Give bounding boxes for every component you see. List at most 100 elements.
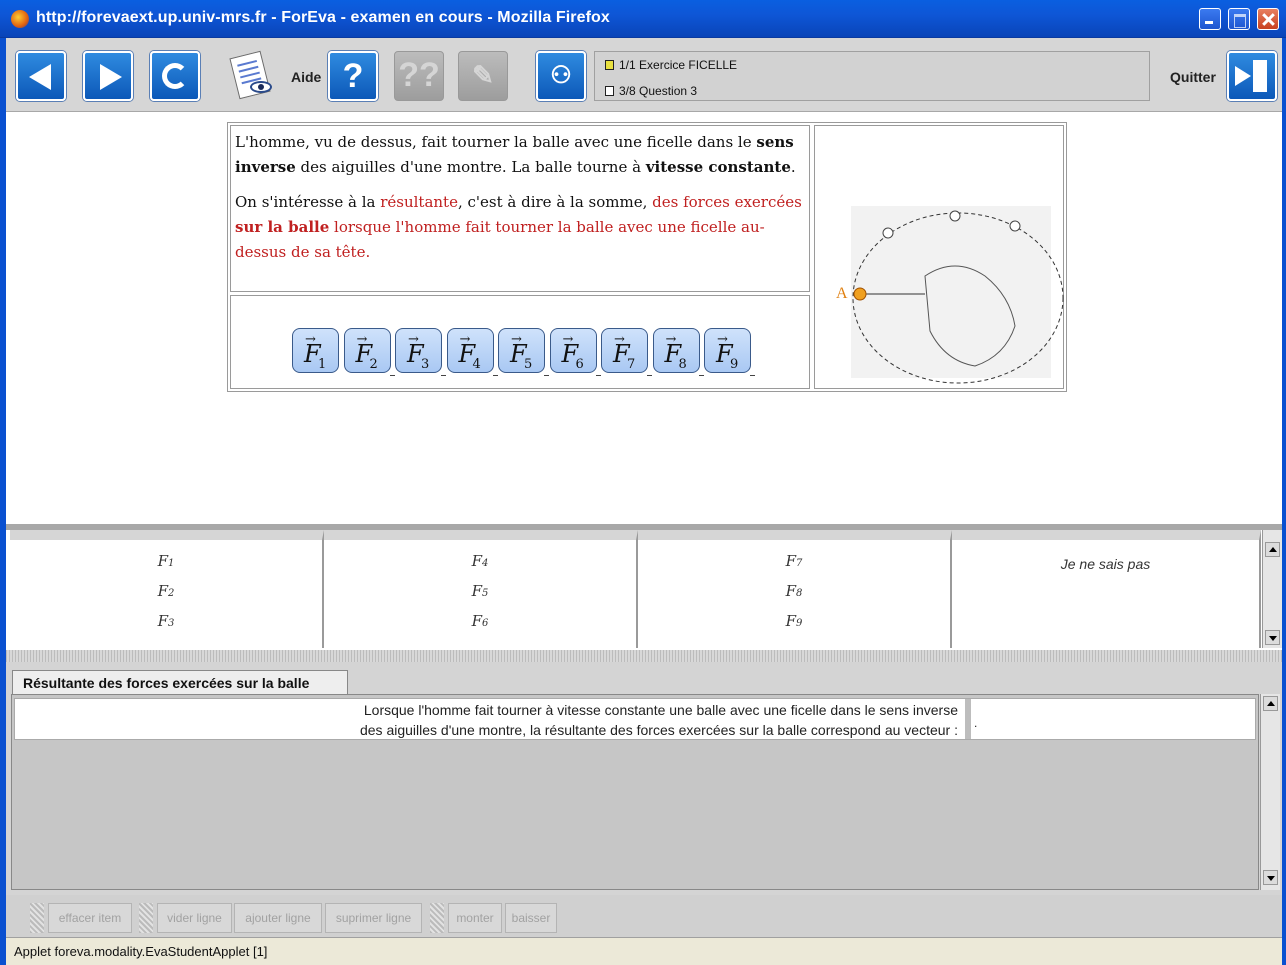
ball-circle-figure: A	[836, 206, 1064, 384]
force-button-f6[interactable]: → F 6	[549, 328, 601, 376]
ball-a-icon	[853, 287, 867, 301]
window-right-border	[1282, 0, 1286, 965]
force-button-f9[interactable]: → F 9	[704, 328, 755, 376]
choice-column-3[interactable]: F7 F8 F9	[638, 530, 952, 648]
question-paragraph-1: L'homme, vu de dessus, fait tourner la b…	[235, 133, 796, 176]
tree-button[interactable]: ⚇	[536, 51, 586, 101]
force-subscript: 9	[730, 357, 739, 372]
help-button[interactable]: ?	[328, 51, 378, 101]
point-a-label: A	[836, 285, 848, 302]
question-text: L'homme, vu de dessus, fait tourner la b…	[230, 125, 810, 292]
ball-position	[949, 210, 961, 222]
refresh-button[interactable]	[150, 51, 200, 101]
force-subscript: 7	[627, 357, 636, 372]
vider-ligne-button[interactable]: vider ligne	[157, 903, 232, 933]
drop-marker	[389, 375, 395, 376]
choice-column-1[interactable]: F1 F2 F3	[10, 530, 324, 648]
drop-marker	[544, 375, 549, 376]
supprimer-ligne-button[interactable]: suprimer ligne	[325, 903, 422, 933]
back-button[interactable]	[16, 51, 66, 101]
drop-marker	[441, 375, 446, 376]
exercise-marker-icon	[605, 60, 614, 70]
choice-je-ne-sais-pas[interactable]: Je ne sais pas	[952, 556, 1259, 572]
aide-label: Aide	[291, 69, 322, 85]
maximize-button[interactable]	[1228, 8, 1250, 30]
question-marker-icon	[605, 86, 614, 96]
tab-resultante[interactable]: Résultante des forces exercées sur la ba…	[12, 670, 348, 694]
force-button-f2[interactable]: → F 2	[343, 328, 395, 376]
choice-f4[interactable]: F4	[324, 552, 636, 570]
ajouter-ligne-button[interactable]: ajouter ligne	[234, 903, 322, 933]
window-title: http://forevaext.up.univ-mrs.fr - ForEva…	[36, 9, 610, 26]
refresh-icon	[162, 63, 188, 89]
force-button-f7[interactable]: → F 7	[601, 328, 652, 376]
forward-arrow-icon	[100, 64, 122, 90]
force-button-f5[interactable]: → F 5	[498, 328, 549, 376]
question-figure: A	[814, 125, 1064, 389]
drop-marker	[750, 375, 755, 376]
scroll-down-icon[interactable]	[1263, 870, 1278, 885]
force-button-f8[interactable]: → F 8	[652, 328, 704, 376]
force-button-f1[interactable]: → F 1	[292, 328, 339, 373]
eraser-disabled-icon: ✎	[472, 60, 494, 90]
exit-arrow-icon	[1235, 66, 1251, 86]
choice-column-4[interactable]: Je ne sais pas	[952, 530, 1261, 648]
quit-button[interactable]	[1227, 51, 1277, 101]
quit-label: Quitter	[1170, 69, 1216, 85]
drop-marker	[647, 375, 652, 376]
minimize-button[interactable]	[1199, 8, 1221, 30]
scroll-up-icon[interactable]	[1265, 542, 1280, 557]
status-bar: Applet foreva.modality.EvaStudentApplet …	[6, 937, 1282, 965]
choice-f6[interactable]: F6	[324, 612, 636, 630]
baisser-button[interactable]: baisser	[505, 903, 557, 933]
toolbar-grip[interactable]	[430, 903, 444, 933]
choice-f7[interactable]: F7	[638, 552, 950, 570]
force-subscript: 5	[524, 357, 533, 372]
choice-f2[interactable]: F2	[10, 582, 322, 600]
force-subscript: 4	[472, 357, 481, 372]
choice-f8[interactable]: F8	[638, 582, 950, 600]
toolbar-grip[interactable]	[30, 903, 44, 933]
view-document-button[interactable]	[228, 50, 278, 101]
exercise-info-panel: 1/1 Exercice FICELLE 3/8 Question 3	[594, 51, 1150, 101]
force-button-f4[interactable]: → F 4	[446, 328, 498, 376]
sentence-scrollbar[interactable]	[1260, 694, 1280, 890]
drop-marker	[595, 375, 601, 376]
drop-marker	[698, 375, 704, 376]
choice-f1[interactable]: F1	[10, 552, 322, 570]
firefox-icon	[11, 10, 29, 28]
ball-position	[1009, 220, 1021, 232]
force-subscript: 2	[369, 357, 378, 372]
eye-icon	[250, 81, 272, 93]
toolbar-grip[interactable]	[139, 903, 153, 933]
eraser-disabled-button[interactable]: ✎	[458, 51, 508, 101]
applet-toolbar: Aide ? ?? ✎ ⚇ 1/1 Exercice FICELLE 3/8 Q…	[6, 38, 1282, 112]
force-subscript: 1	[318, 357, 327, 372]
force-subscript: 3	[421, 357, 430, 372]
monter-button[interactable]: monter	[448, 903, 502, 933]
question-line: 3/8 Question 3	[605, 84, 697, 98]
choice-f5[interactable]: F5	[324, 582, 636, 600]
splitter-handle[interactable]	[6, 650, 1282, 662]
force-button-f3[interactable]: → F 3	[395, 328, 446, 376]
choices-scrollbar[interactable]	[1262, 530, 1282, 648]
close-window-button[interactable]	[1257, 8, 1279, 30]
sentence-text: Lorsque l'homme fait tourner à vitesse c…	[359, 702, 958, 738]
sentence-divider	[965, 699, 971, 739]
effacer-item-button[interactable]: effacer item	[48, 903, 132, 933]
figure-background	[851, 206, 1051, 378]
window-titlebar: http://forevaext.up.univ-mrs.fr - ForEva…	[0, 0, 1286, 38]
scroll-up-icon[interactable]	[1263, 696, 1278, 711]
choice-column-2[interactable]: F4 F5 F6	[324, 530, 638, 648]
drop-marker	[492, 375, 498, 376]
force-buttons-panel: → F 1 → F 2 → F 3 → F 4 → F 5 → F 6 → F 7 → F 8 → F 9	[230, 295, 810, 389]
back-arrow-icon	[29, 64, 51, 90]
choice-f9[interactable]: F9	[638, 612, 950, 630]
help-disabled-icon: ??	[398, 56, 440, 94]
answer-slot[interactable]: .	[974, 716, 977, 730]
force-subscript: 6	[575, 357, 584, 372]
forward-button[interactable]	[83, 51, 133, 101]
scroll-down-icon[interactable]	[1265, 630, 1280, 645]
help-disabled-button[interactable]: ??	[394, 51, 444, 101]
choice-f3[interactable]: F3	[10, 612, 322, 630]
